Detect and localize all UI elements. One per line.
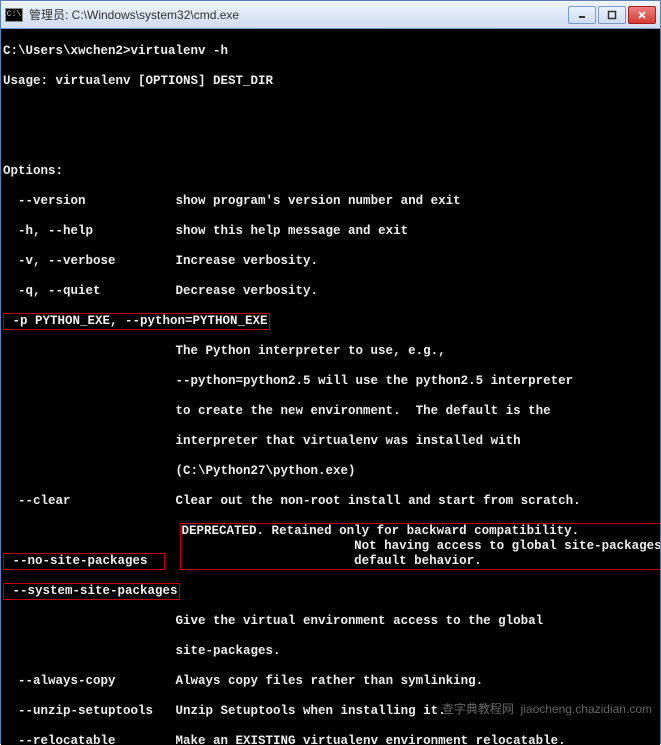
window-controls	[568, 6, 656, 24]
opt-quiet: -q, --quiet Decrease verbosity.	[3, 284, 658, 299]
opt-system-site-packages: --system-site-packages	[3, 584, 658, 599]
terminal-output[interactable]: C:\Users\xwchen2>virtualenv -h Usage: vi…	[1, 29, 660, 745]
maximize-button[interactable]	[598, 6, 626, 24]
watermark: 查字典教程网 jiaocheng.chazidian.com	[442, 702, 652, 717]
opt-relocatable: --relocatable Make an EXISTING virtualen…	[3, 734, 658, 745]
cmd-icon: C:\	[5, 8, 23, 22]
usage-line: Usage: virtualenv [OPTIONS] DEST_DIR	[3, 74, 658, 89]
close-button[interactable]	[628, 6, 656, 24]
minimize-button[interactable]	[568, 6, 596, 24]
opt-help: -h, --help show this help message and ex…	[3, 224, 658, 239]
highlight-system-site: --system-site-packages	[3, 583, 180, 600]
prompt-line: C:\Users\xwchen2>virtualenv -h	[3, 44, 658, 59]
opt-always-copy: --always-copy Always copy files rather t…	[3, 674, 658, 689]
highlight-python: -p PYTHON_EXE, --python=PYTHON_EXE	[3, 313, 270, 330]
opt-verbose: -v, --verbose Increase verbosity.	[3, 254, 658, 269]
opt-python: -p PYTHON_EXE, --python=PYTHON_EXE	[3, 314, 658, 329]
cmd-window: C:\ 管理员: C:\Windows\system32\cmd.exe C:\…	[0, 0, 661, 744]
opt-version: --version show program's version number …	[3, 194, 658, 209]
opt-clear: --clear Clear out the non-root install a…	[3, 494, 658, 509]
options-header: Options:	[3, 164, 658, 179]
window-title: 管理员: C:\Windows\system32\cmd.exe	[29, 6, 568, 23]
highlight-no-site-packages: --no-site-packages	[3, 553, 165, 570]
titlebar[interactable]: C:\ 管理员: C:\Windows\system32\cmd.exe	[1, 1, 660, 29]
opt-no-site-packages: --no-site-packages DEPRECATED. Retained …	[3, 524, 658, 569]
highlight-no-site-desc: DEPRECATED. Retained only for backward c…	[180, 523, 660, 570]
